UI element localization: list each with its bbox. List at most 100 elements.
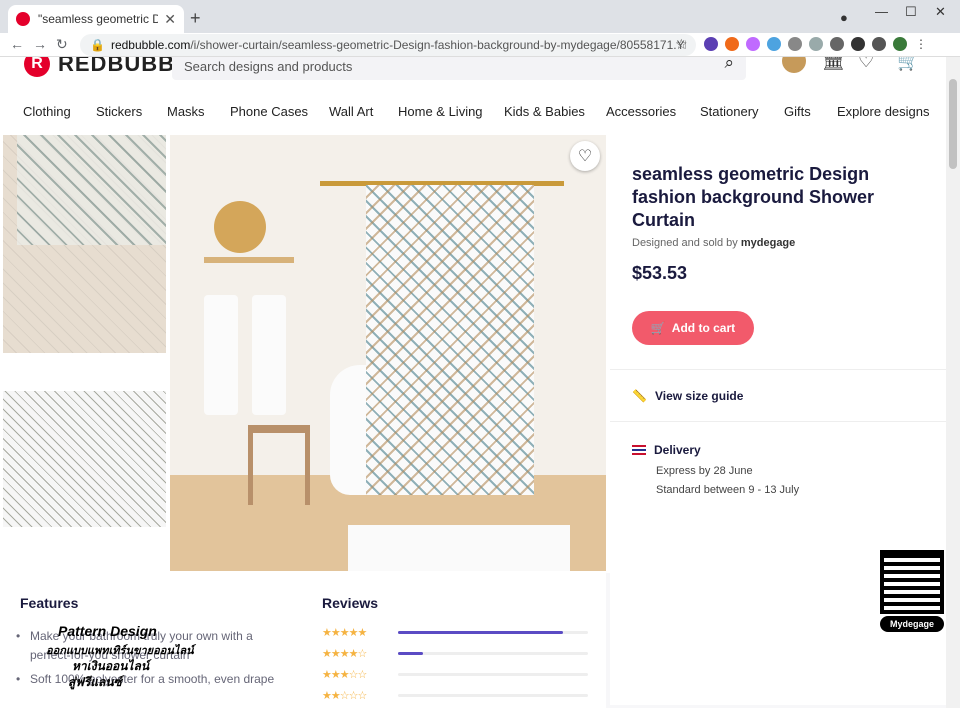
- nav-item-home-living[interactable]: Home & Living: [398, 104, 483, 119]
- bath-mat: [348, 525, 570, 571]
- avatar[interactable]: [782, 57, 806, 73]
- extensions-bar: ⋮: [704, 37, 928, 51]
- nav-item-phone-cases[interactable]: Phone Cases: [230, 104, 308, 119]
- star-rating: ★★☆☆☆: [322, 689, 367, 702]
- designed-prefix: Designed and sold by: [632, 237, 738, 249]
- review-row[interactable]: ★★★☆☆: [322, 667, 592, 681]
- price: $53.53: [632, 263, 688, 283]
- cart-add-icon: 🛒: [650, 321, 666, 335]
- redbubble-favicon-icon: [16, 12, 30, 26]
- extension-icon[interactable]: [725, 37, 739, 51]
- stool: [248, 425, 310, 505]
- watermark-line: สู่ฟรีแลนซ์: [68, 675, 122, 689]
- search-placeholder: Search designs and products: [184, 59, 353, 74]
- menu-kebab-icon[interactable]: ⋮: [914, 37, 928, 51]
- nav-item-masks[interactable]: Masks: [167, 104, 205, 119]
- reload-icon[interactable]: ↻: [56, 36, 68, 53]
- rating-bar: [398, 651, 588, 655]
- browser-tab[interactable]: "seamless geometric Design fash ✕: [8, 5, 184, 33]
- qr-pattern: [884, 554, 940, 610]
- nav-item-gifts[interactable]: Gifts: [784, 104, 811, 119]
- minimize-icon[interactable]: —: [875, 4, 888, 19]
- extension-icon[interactable]: [746, 37, 760, 51]
- review-row[interactable]: ★★☆☆☆: [322, 688, 592, 702]
- qr-code: [880, 550, 944, 614]
- forward-icon[interactable]: →: [33, 36, 47, 52]
- size-guide-link[interactable]: 📏 View size guide: [632, 389, 743, 403]
- standard-delivery: Standard between 9 - 13 July: [656, 484, 800, 496]
- window-close-icon[interactable]: ✕: [935, 4, 946, 20]
- extension-icon[interactable]: [704, 37, 718, 51]
- heart-icon[interactable]: ♡: [858, 57, 874, 72]
- star-rating: ★★★★★: [322, 626, 367, 639]
- profile-avatar-icon[interactable]: [893, 37, 907, 51]
- scroll-thumb[interactable]: [949, 79, 957, 169]
- details-section: Features Make your bathroom truly your o…: [0, 573, 606, 708]
- cart-icon[interactable]: 🛒: [897, 57, 919, 72]
- pattern-swatch: [17, 135, 166, 245]
- nav-item-wall-art[interactable]: Wall Art: [329, 104, 373, 119]
- designer-line: Designed and sold by mydegage: [632, 237, 795, 249]
- extension-icon[interactable]: [851, 37, 865, 51]
- extension-icon[interactable]: [788, 37, 802, 51]
- puzzle-extensions-icon[interactable]: [872, 37, 886, 51]
- extension-icon[interactable]: [830, 37, 844, 51]
- profile-dropdown-icon[interactable]: ●: [840, 10, 848, 25]
- review-row[interactable]: ★★★★☆: [322, 646, 592, 660]
- designer-link[interactable]: mydegage: [741, 237, 795, 249]
- delivery-heading: Delivery: [632, 443, 701, 457]
- page-scrollbar[interactable]: [946, 57, 960, 708]
- review-row[interactable]: ★★★★★: [322, 625, 592, 639]
- url-path: /i/shower-curtain/seamless-geometric-Des…: [190, 38, 686, 52]
- nav-item-explore-designs[interactable]: Explore designs: [837, 104, 930, 119]
- towel: [204, 295, 238, 415]
- shelf: [204, 257, 294, 263]
- shower-curtain: [366, 185, 534, 495]
- nav-item-clothing[interactable]: Clothing: [23, 104, 71, 119]
- close-tab-icon[interactable]: ✕: [164, 11, 176, 28]
- rating-bar: [398, 693, 588, 697]
- thailand-flag-icon: [632, 445, 646, 455]
- site-header: R REDBUBBLE Search designs and products …: [0, 57, 946, 133]
- nav-item-kids-babies[interactable]: Kids & Babies: [504, 104, 585, 119]
- browser-tab-strip: "seamless geometric Design fash ✕ + ● — …: [0, 0, 960, 33]
- nav-item-accessories[interactable]: Accessories: [606, 104, 676, 119]
- watermark-title: Pattern Design: [58, 623, 157, 639]
- decor-plate: [214, 201, 266, 253]
- search-icon[interactable]: ⌕: [724, 57, 734, 73]
- add-to-cart-label: Add to cart: [671, 321, 736, 335]
- add-to-cart-button[interactable]: 🛒 Add to cart: [632, 311, 754, 345]
- gallery-thumbnail[interactable]: [3, 391, 166, 527]
- logo-icon: R: [24, 57, 50, 77]
- express-delivery: Express by 28 June: [656, 465, 753, 477]
- bookmark-star-icon[interactable]: ☆: [675, 36, 688, 53]
- category-nav: Clothing Stickers Masks Phone Cases Wall…: [0, 101, 946, 127]
- rating-bar: [398, 672, 588, 676]
- address-bar[interactable]: 🔒 redbubble.com /i/shower-curtain/seamle…: [80, 34, 696, 56]
- divider: [610, 421, 946, 422]
- favorite-button[interactable]: ♡: [570, 141, 600, 171]
- features-heading: Features: [20, 595, 79, 611]
- maximize-icon[interactable]: ☐: [905, 4, 917, 20]
- rating-bar: [398, 630, 588, 634]
- nav-item-stationery[interactable]: Stationery: [700, 104, 759, 119]
- rating-bar-fill: [398, 651, 423, 655]
- back-icon[interactable]: ←: [10, 36, 24, 52]
- nav-item-stickers[interactable]: Stickers: [96, 104, 142, 119]
- star-rating: ★★★☆☆: [322, 668, 367, 681]
- search-input[interactable]: Search designs and products ⌕: [172, 57, 746, 80]
- product-main-image[interactable]: [170, 135, 606, 571]
- extension-icon[interactable]: [809, 37, 823, 51]
- url-host: redbubble.com: [110, 38, 191, 52]
- extension-icon[interactable]: [767, 37, 781, 51]
- star-rating: ★★★★☆: [322, 647, 367, 660]
- gallery-thumbnail[interactable]: [3, 135, 166, 353]
- omnibar: ← → ↻ 🔒 redbubble.com /i/shower-curtain/…: [0, 33, 960, 57]
- artist-shop-icon[interactable]: 🏛: [822, 57, 845, 72]
- page-content: R REDBUBBLE Search designs and products …: [0, 57, 946, 708]
- lock-icon: 🔒: [90, 38, 105, 52]
- new-tab-icon[interactable]: +: [190, 8, 201, 29]
- product-title: seamless geometric Design fashion backgr…: [632, 164, 875, 230]
- watermark-badge: Mydegage: [880, 616, 944, 632]
- delivery-title: Delivery: [654, 443, 701, 457]
